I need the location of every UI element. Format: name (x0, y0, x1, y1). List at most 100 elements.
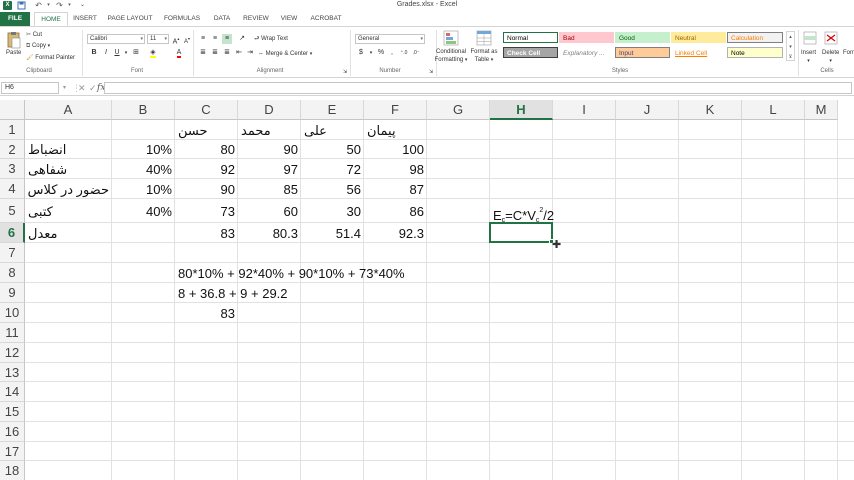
cell-f2[interactable]: 100 (364, 140, 427, 159)
insert-button[interactable]: Insert ▾ (801, 49, 816, 65)
row-header-18[interactable]: 18 (0, 461, 25, 480)
column-header-b[interactable]: B (112, 100, 175, 120)
conditional-formatting-icon[interactable] (443, 30, 459, 46)
cell-f5[interactable]: 86 (364, 199, 427, 223)
align-right-icon[interactable]: ≣ (222, 48, 232, 58)
tab-review[interactable]: REVIEW (240, 12, 272, 26)
format-as-table-icon[interactable] (476, 30, 492, 46)
styles-gallery-scroll[interactable]: ▴ ▾ ⊻ (786, 31, 795, 61)
tab-view[interactable]: VIEW (276, 12, 302, 26)
copy-button[interactable]: ⧉ Copy ▾ (26, 42, 50, 50)
cell-b5[interactable]: 40% (112, 199, 175, 223)
delete-button[interactable]: Delete ▾ (822, 49, 839, 65)
cell-b4[interactable]: 10% (112, 179, 175, 199)
cell-a3[interactable]: شفاهی (25, 159, 112, 179)
cut-button[interactable]: ✂ Cut (26, 31, 42, 39)
cell-d6[interactable]: 80.3 (238, 223, 301, 243)
row-header-12[interactable]: 12 (0, 343, 25, 363)
row-header-10[interactable]: 10 (0, 303, 25, 323)
cell-d3[interactable]: 97 (238, 159, 301, 179)
cell-f3[interactable]: 98 (364, 159, 427, 179)
cell-a5[interactable]: کتبی (25, 199, 112, 223)
column-header-a[interactable]: A (25, 100, 112, 120)
number-launcher-icon[interactable]: ⇲ (426, 67, 436, 77)
cell-d5[interactable]: 60 (238, 199, 301, 223)
column-header-c[interactable]: C (175, 100, 238, 120)
column-header-g[interactable]: G (427, 100, 490, 120)
cell-e4[interactable]: 56 (301, 179, 364, 199)
cell-f1[interactable]: پیمان (364, 120, 427, 140)
column-header-i[interactable]: I (553, 100, 616, 120)
increase-font-icon[interactable]: A▴ (171, 34, 181, 45)
delete-cells-icon[interactable] (824, 30, 840, 46)
column-header-j[interactable]: J (616, 100, 679, 120)
format-as-table-button[interactable]: Format as Table ▾ (468, 48, 500, 64)
tab-page-layout[interactable]: PAGE LAYOUT (106, 12, 154, 26)
increase-indent-icon[interactable]: ⇥ (245, 48, 255, 58)
enter-icon[interactable]: ✓ (89, 82, 97, 94)
cell-h5[interactable]: Ec=C*Vc2/2 (490, 197, 570, 224)
style-neutral[interactable]: Neutral (671, 32, 726, 43)
row-header-4[interactable]: 4 (0, 179, 25, 199)
decrease-font-icon[interactable]: A▾ (182, 34, 192, 45)
font-size-combo[interactable]: 11 ▾ (147, 34, 169, 44)
bold-button[interactable]: B (89, 48, 99, 58)
decrease-indent-icon[interactable]: ⇤ (234, 48, 244, 58)
row-header-17[interactable]: 17 (0, 442, 25, 461)
wrap-text-button[interactable]: ⮐ Wrap Text (254, 35, 288, 43)
tab-insert[interactable]: INSERT (70, 12, 100, 26)
style-check-cell[interactable]: Check Cell (503, 47, 558, 58)
cell-b3[interactable]: 40% (112, 159, 175, 179)
underline-dropdown-icon[interactable]: ▾ (121, 48, 131, 58)
tab-acrobat[interactable]: ACROBAT (306, 12, 346, 26)
merge-center-button[interactable]: ⇔ Merge & Center ▾ (258, 50, 312, 58)
cancel-icon[interactable]: ✕ (78, 82, 86, 94)
column-header-d[interactable]: D (238, 100, 301, 120)
name-box-dropdown-icon[interactable]: ▾ (63, 82, 66, 94)
increase-decimal-icon[interactable]: ⁺.0 (399, 48, 409, 58)
cell-c1[interactable]: حسن (175, 120, 238, 140)
borders-icon[interactable]: ⊞ (131, 48, 141, 58)
cell-a4[interactable]: حضور در کلاس (25, 179, 112, 199)
row-header-2[interactable]: 2 (0, 140, 25, 159)
row-header-16[interactable]: 16 (0, 422, 25, 442)
cell-a2[interactable]: انضباط (25, 140, 112, 159)
row-header-14[interactable]: 14 (0, 382, 25, 402)
font-color-icon[interactable]: A (174, 48, 184, 58)
column-header-h[interactable]: H (490, 100, 553, 120)
insert-cells-icon[interactable] (803, 30, 819, 46)
cell-d1[interactable]: محمد (238, 120, 301, 140)
format-painter-button[interactable]: 🖌 Format Painter (26, 54, 75, 62)
accounting-dropdown-icon[interactable]: ▾ (366, 48, 376, 58)
cell-d2[interactable]: 90 (238, 140, 301, 159)
style-input[interactable]: Input (615, 47, 670, 58)
cell-c4[interactable]: 90 (175, 179, 238, 199)
style-normal[interactable]: Normal (503, 32, 558, 43)
number-format-combo[interactable]: General ▾ (355, 34, 425, 44)
cell-d4[interactable]: 85 (238, 179, 301, 199)
orientation-icon[interactable]: ↗ (237, 34, 247, 44)
row-header-13[interactable]: 13 (0, 363, 25, 382)
row-header-7[interactable]: 7 (0, 243, 25, 263)
alignment-launcher-icon[interactable]: ⇲ (340, 67, 350, 77)
cell-e3[interactable]: 72 (301, 159, 364, 179)
paste-button[interactable]: Paste (6, 49, 21, 57)
cell-c5[interactable]: 73 (175, 199, 238, 223)
row-header-1[interactable]: 1 (0, 120, 25, 140)
cell-e2[interactable]: 50 (301, 140, 364, 159)
column-header-k[interactable]: K (679, 100, 742, 120)
align-center-icon[interactable]: ≣ (210, 48, 220, 58)
cell-b2[interactable]: 10% (112, 140, 175, 159)
fill-color-icon[interactable]: ◈ (148, 48, 158, 58)
align-left-icon[interactable]: ≣ (198, 48, 208, 58)
style-calculation[interactable]: Calculation (727, 32, 783, 43)
tab-formulas[interactable]: FORMULAS (162, 12, 202, 26)
comma-style-icon[interactable]: , (387, 48, 397, 58)
align-top-icon[interactable]: ≡ (198, 34, 208, 44)
row-header-11[interactable]: 11 (0, 323, 25, 343)
column-header-f[interactable]: F (364, 100, 427, 120)
tab-home[interactable]: HOME (34, 12, 68, 26)
paste-icon[interactable] (6, 31, 22, 49)
name-box[interactable]: H6 (1, 82, 59, 94)
cell-c6[interactable]: 83 (175, 223, 238, 243)
